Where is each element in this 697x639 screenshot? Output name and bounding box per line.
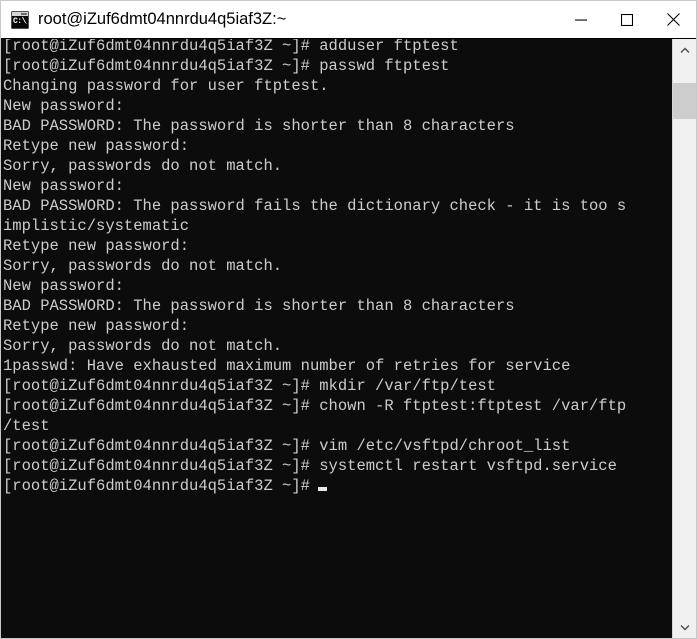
terminal-line: Changing password for user ftptest. (3, 77, 329, 95)
terminal-line: New password: (3, 177, 124, 195)
terminal-line: BAD PASSWORD: The password fails the dic… (3, 197, 627, 215)
terminal-prompt-line: [root@iZuf6dmt04nnrdu4q5iaf3Z ~]# (3, 476, 672, 496)
terminal-window: C:\_ root@iZuf6dmt04nnrdu4q5iaf3Z:~ (0, 0, 697, 639)
terminal-line: Sorry, passwords do not match. (3, 337, 283, 355)
terminal-line: New password: (3, 277, 124, 295)
terminal-line: 1passwd: Have exhausted maximum number o… (3, 357, 571, 375)
terminal-line: [root@iZuf6dmt04nnrdu4q5iaf3Z ~]# chown … (3, 397, 627, 415)
scroll-up-button[interactable] (673, 39, 696, 61)
terminal-line: Retype new password: (3, 317, 190, 335)
terminal-line: New password: (3, 97, 124, 115)
terminal-screen[interactable]: [root@iZuf6dmt04nnrdu4q5iaf3Z ~]# adduse… (1, 39, 672, 638)
terminal-line: [root@iZuf6dmt04nnrdu4q5iaf3Z ~]# adduse… (3, 39, 459, 55)
terminal-line: Retype new password: (3, 237, 190, 255)
terminal-prompt: [root@iZuf6dmt04nnrdu4q5iaf3Z ~]# (3, 477, 310, 495)
terminal-line: BAD PASSWORD: The password is shorter th… (3, 117, 515, 135)
terminal-output: [root@iZuf6dmt04nnrdu4q5iaf3Z ~]# adduse… (3, 39, 672, 496)
terminal-line: Sorry, passwords do not match. (3, 157, 283, 175)
terminal-line: implistic/systematic (3, 217, 190, 235)
chevron-down-icon (680, 624, 689, 630)
scroll-down-button[interactable] (673, 616, 696, 638)
scrollbar-thumb[interactable] (673, 83, 696, 119)
cmd-console-icon: C:\_ (11, 10, 29, 29)
maximize-button[interactable] (604, 1, 650, 38)
maximize-icon (621, 13, 633, 26)
vertical-scrollbar[interactable] (672, 39, 696, 638)
window-controls (558, 1, 696, 38)
terminal-cursor (317, 487, 327, 491)
terminal-line: [root@iZuf6dmt04nnrdu4q5iaf3Z ~]# passwd… (3, 57, 450, 75)
minimize-button[interactable] (558, 1, 604, 38)
terminal-line: Retype new password: (3, 137, 190, 155)
minimize-icon (575, 19, 587, 21)
window-title: root@iZuf6dmt04nnrdu4q5iaf3Z:~ (38, 10, 287, 28)
terminal-line: BAD PASSWORD: The password is shorter th… (3, 297, 515, 315)
terminal-line: [root@iZuf6dmt04nnrdu4q5iaf3Z ~]# vim /e… (3, 437, 571, 455)
terminal-line: Sorry, passwords do not match. (3, 257, 283, 275)
close-button[interactable] (650, 1, 696, 38)
terminal-line: /test (3, 417, 50, 435)
scrollbar-track[interactable] (673, 61, 696, 616)
close-icon (666, 13, 680, 26)
terminal-line: [root@iZuf6dmt04nnrdu4q5iaf3Z ~]# mkdir … (3, 377, 496, 395)
window-titlebar[interactable]: C:\_ root@iZuf6dmt04nnrdu4q5iaf3Z:~ (1, 1, 696, 38)
chevron-up-icon (680, 47, 689, 53)
icon-prompt-text: C:\_ (13, 16, 27, 26)
terminal-body: [root@iZuf6dmt04nnrdu4q5iaf3Z ~]# adduse… (1, 38, 696, 638)
terminal-line: [root@iZuf6dmt04nnrdu4q5iaf3Z ~]# system… (3, 457, 617, 475)
